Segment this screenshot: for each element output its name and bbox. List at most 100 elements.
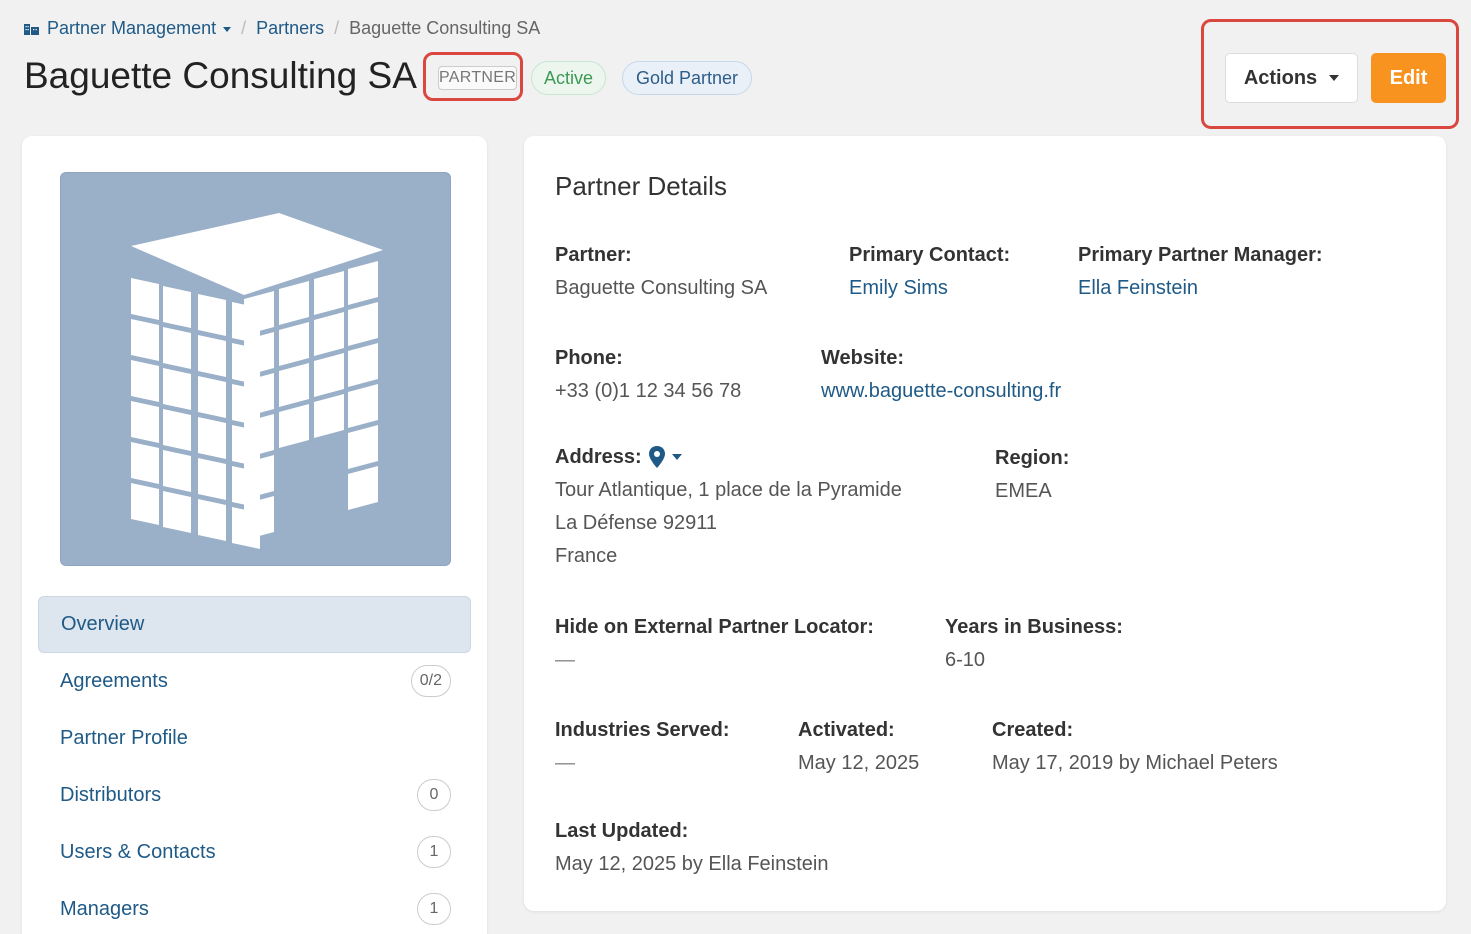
partner-avatar bbox=[60, 172, 451, 566]
building-window bbox=[314, 312, 344, 356]
sidebar-nav: Overview Agreements 0/2 Partner Profile D… bbox=[38, 596, 471, 934]
building-window bbox=[348, 425, 378, 469]
section-title: Partner Details bbox=[555, 171, 727, 201]
field-label: Address: bbox=[555, 446, 642, 468]
address-line: La Défense 92911 bbox=[555, 512, 717, 534]
breadcrumb-partner-management[interactable]: Partner Management bbox=[47, 18, 232, 39]
field-label: Primary Partner Manager: bbox=[1078, 244, 1323, 266]
primary-contact-link[interactable]: Emily Sims bbox=[849, 272, 1010, 305]
field-value: Baguette Consulting SA bbox=[555, 277, 768, 299]
building-window bbox=[348, 343, 378, 387]
building-window bbox=[198, 376, 226, 418]
count-badge: 0 bbox=[417, 779, 451, 811]
page-title: Baguette Consulting SA bbox=[24, 55, 417, 96]
building-window bbox=[244, 291, 274, 335]
field-activated: Activated: May 12, 2025 bbox=[798, 717, 919, 780]
building-window bbox=[198, 335, 226, 377]
count-badge: 1 bbox=[417, 893, 451, 925]
tier-badge: Gold Partner bbox=[622, 61, 753, 95]
edit-button[interactable]: Edit bbox=[1371, 53, 1446, 103]
field-label: Industries Served: bbox=[555, 719, 730, 741]
building-icon bbox=[24, 24, 39, 35]
building-window bbox=[131, 360, 159, 402]
sidebar-item-label: Managers bbox=[60, 898, 149, 920]
building-icon bbox=[131, 213, 383, 549]
sidebar-item-label: Partner Profile bbox=[60, 727, 188, 749]
sidebar-item-overview[interactable]: Overview bbox=[38, 596, 471, 653]
building-window bbox=[131, 483, 159, 525]
field-industries: Industries Served: — bbox=[555, 717, 730, 780]
building-window bbox=[348, 384, 378, 428]
field-label: Created: bbox=[992, 719, 1074, 741]
building-window bbox=[163, 286, 191, 328]
field-years-in-business: Years in Business: 6-10 bbox=[945, 614, 1123, 677]
building-window bbox=[348, 261, 378, 305]
chevron-down-icon bbox=[1329, 75, 1340, 81]
field-value: May 12, 2025 by Ella Feinstein bbox=[555, 853, 829, 875]
building-window bbox=[348, 466, 378, 510]
field-label: Primary Contact: bbox=[849, 244, 1011, 266]
field-value: 6-10 bbox=[945, 649, 986, 671]
breadcrumb: Partner Management / Partners / Baguette… bbox=[24, 18, 540, 39]
building-window bbox=[279, 322, 309, 366]
building-window bbox=[279, 281, 309, 325]
breadcrumb-root-label: Partner Management bbox=[47, 18, 217, 38]
breadcrumb-current: Baguette Consulting SA bbox=[349, 18, 541, 38]
website-link[interactable]: www.baguette-consulting.fr bbox=[821, 375, 1061, 408]
primary-manager-link[interactable]: Ella Feinstein bbox=[1078, 272, 1323, 305]
breadcrumb-separator: / bbox=[241, 18, 247, 38]
building-window bbox=[131, 401, 159, 443]
sidebar-item-distributors[interactable]: Distributors 0 bbox=[38, 767, 471, 824]
building-window bbox=[314, 353, 344, 397]
partner-sidebar-card: Overview Agreements 0/2 Partner Profile D… bbox=[22, 136, 487, 934]
chevron-down-icon bbox=[223, 26, 232, 32]
highlight-box-badge bbox=[423, 52, 523, 101]
sidebar-item-partner-profile[interactable]: Partner Profile bbox=[38, 710, 471, 767]
sidebar-item-agreements[interactable]: Agreements 0/2 bbox=[38, 653, 471, 710]
field-partner: Partner: Baguette Consulting SA bbox=[555, 242, 767, 305]
field-address: Address: Tour Atlantique, 1 place de la … bbox=[555, 444, 902, 573]
building-window bbox=[279, 404, 309, 448]
breadcrumb-partners[interactable]: Partners bbox=[256, 18, 324, 39]
building-window bbox=[131, 319, 159, 361]
building-window bbox=[314, 271, 344, 315]
building-window bbox=[163, 491, 191, 533]
field-label: Hide on External Partner Locator: bbox=[555, 616, 874, 638]
address-line: France bbox=[555, 545, 618, 567]
chevron-down-icon[interactable] bbox=[671, 454, 682, 460]
building-window bbox=[279, 363, 309, 407]
field-value: EMEA bbox=[995, 480, 1052, 502]
address-line: Tour Atlantique, 1 place de la Pyramide bbox=[555, 479, 902, 501]
map-pin-icon[interactable] bbox=[648, 446, 666, 468]
field-primary-manager: Primary Partner Manager: Ella Feinstein bbox=[1078, 242, 1323, 305]
field-label: Partner: bbox=[555, 244, 632, 266]
count-badge: 1 bbox=[417, 836, 451, 868]
field-label: Website: bbox=[821, 347, 904, 369]
building-window bbox=[163, 368, 191, 410]
building-window bbox=[131, 278, 159, 320]
sidebar-item-label: Agreements bbox=[60, 670, 168, 692]
field-phone: Phone: +33 (0)1 12 34 56 78 bbox=[555, 345, 741, 408]
field-label: Activated: bbox=[798, 719, 895, 741]
count-badge: 0/2 bbox=[410, 665, 451, 697]
field-value: May 17, 2019 by Michael Peters bbox=[992, 752, 1278, 774]
field-primary-contact: Primary Contact: Emily Sims bbox=[849, 242, 1010, 305]
sidebar-item-label: Overview bbox=[61, 613, 145, 635]
sidebar-item-managers[interactable]: Managers 1 bbox=[38, 881, 471, 934]
status-badge: Active bbox=[531, 61, 607, 95]
field-label: Last Updated: bbox=[555, 820, 689, 842]
actions-dropdown-button[interactable]: Actions bbox=[1225, 53, 1358, 103]
breadcrumb-separator: / bbox=[334, 18, 340, 38]
building-window bbox=[163, 409, 191, 451]
sidebar-item-users-contacts[interactable]: Users & Contacts 1 bbox=[38, 824, 471, 881]
field-created: Created: May 17, 2019 by Michael Peters bbox=[992, 717, 1278, 780]
field-website: Website: www.baguette-consulting.fr bbox=[821, 345, 1061, 408]
field-label: Years in Business: bbox=[945, 616, 1123, 638]
field-label: Phone: bbox=[555, 347, 623, 369]
partner-details-card: Partner Details Partner: Baguette Consul… bbox=[524, 136, 1446, 911]
building-window bbox=[163, 327, 191, 369]
field-region: Region: EMEA bbox=[995, 445, 1069, 508]
building-window bbox=[198, 499, 226, 541]
field-hide-locator: Hide on External Partner Locator: — bbox=[555, 614, 874, 677]
sidebar-item-label: Distributors bbox=[60, 784, 162, 806]
